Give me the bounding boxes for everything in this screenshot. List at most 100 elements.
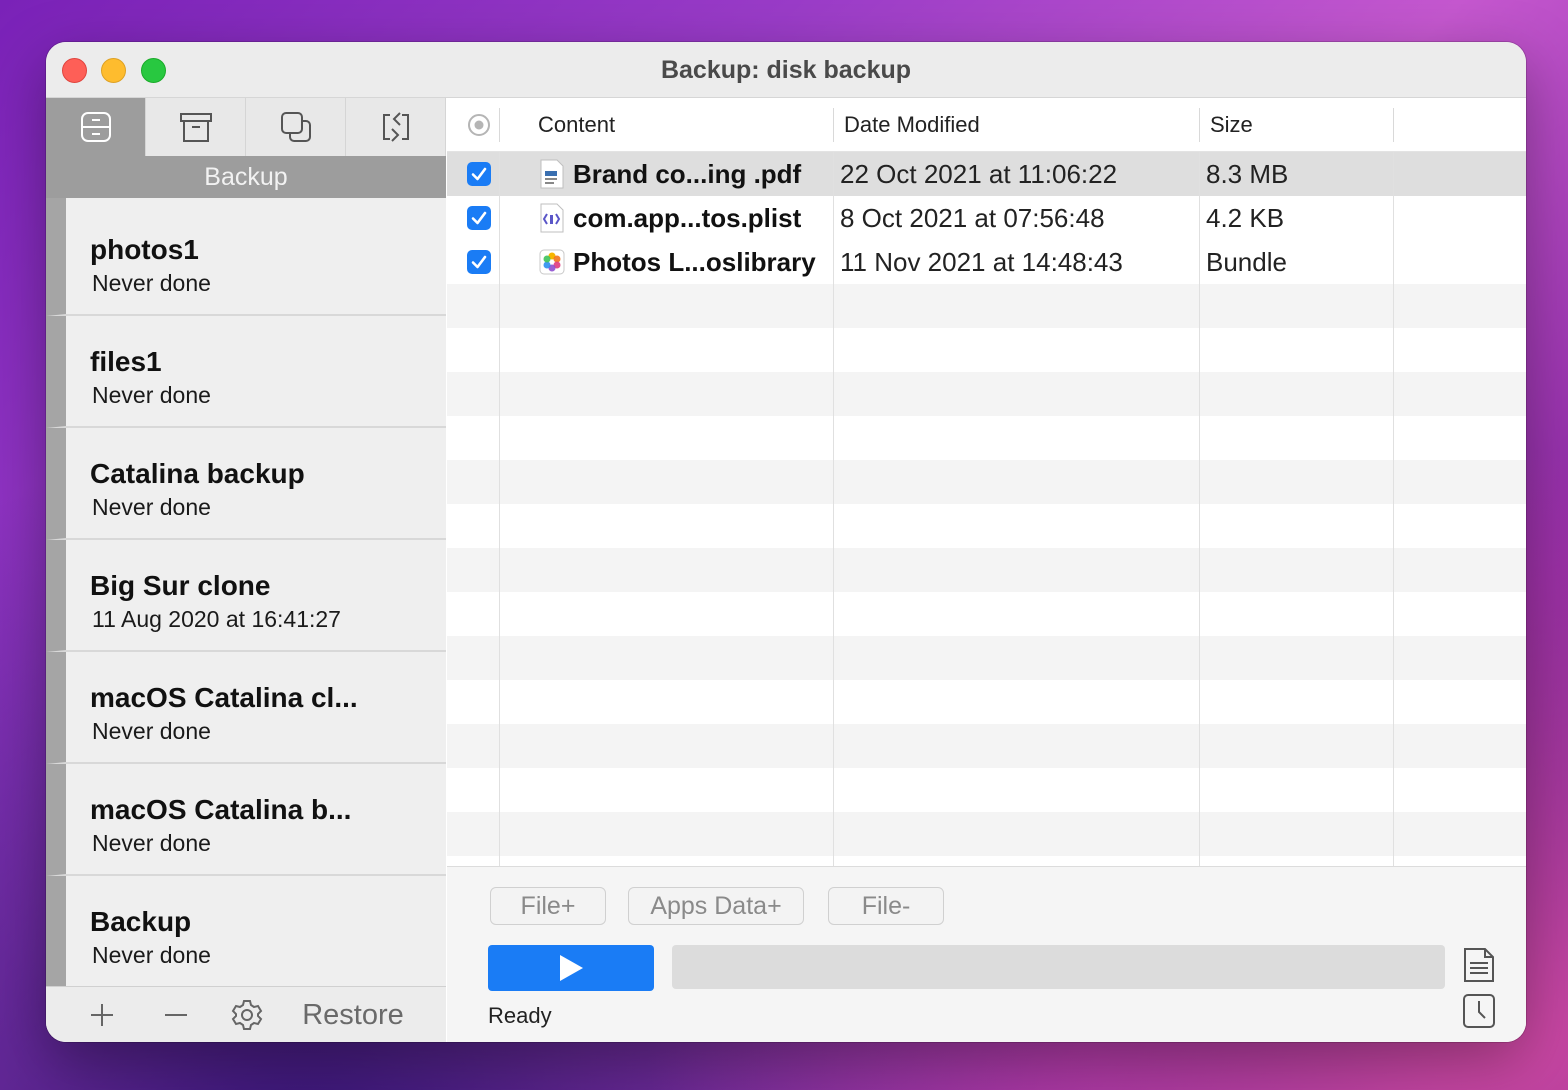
sidebar: Backup photos1 Never done files1 Never d…: [46, 98, 446, 1042]
file-name: Brand co...ing .pdf: [573, 159, 802, 189]
column-gridline: [1199, 152, 1200, 866]
include-checkbox[interactable]: [467, 206, 491, 230]
clone-squares-icon: [280, 112, 311, 142]
table-row[interactable]: Brand co...ing .pdf 22 Oct 2021 at 11:06…: [447, 152, 1526, 196]
plus-icon: [91, 1004, 113, 1026]
file-date: 11 Nov 2021 at 14:48:43: [840, 247, 1123, 277]
photos-library-icon: [539, 249, 565, 275]
tab-archive[interactable]: [146, 98, 246, 156]
file-size: Bundle: [1206, 247, 1287, 277]
column-gridline: [499, 152, 500, 866]
include-checkbox[interactable]: [467, 250, 491, 274]
column-gridline: [1393, 152, 1394, 866]
gear-icon: [231, 1000, 263, 1030]
backup-item-name: Catalina backup: [90, 458, 305, 489]
file-name: Photos L...oslibrary: [573, 247, 816, 277]
backup-progress-bar: [672, 945, 1445, 989]
row-stripe: [447, 548, 1526, 592]
backup-item-catalina-backup[interactable]: Catalina backup Never done: [46, 428, 446, 540]
minus-icon: [165, 1014, 187, 1016]
backup-item-name: Big Sur clone: [90, 570, 271, 601]
table-row[interactable]: com.app...tos.plist 8 Oct 2021 at 07:56:…: [447, 196, 1526, 240]
status-text: Ready: [488, 1003, 552, 1028]
column-separator: [1393, 108, 1394, 142]
backup-item-status: Never done: [92, 382, 211, 408]
window-title: Backup: disk backup: [660, 56, 912, 84]
file-date: 8 Oct 2021 at 07:56:48: [840, 203, 1105, 233]
column-header-content[interactable]: Content: [538, 98, 615, 152]
backup-item-name: photos1: [90, 234, 199, 265]
row-stripe: [447, 284, 1526, 328]
column-header-date[interactable]: Date Modified: [844, 98, 980, 152]
row-stripe: [447, 504, 1526, 548]
row-stripe: [447, 768, 1526, 812]
backup-item-status: Never done: [92, 942, 211, 968]
select-all-column[interactable]: [467, 98, 491, 152]
backup-item-name: macOS Catalina b...: [90, 794, 352, 825]
add-backup-button[interactable]: [82, 987, 122, 1042]
mode-tabs: [46, 98, 446, 156]
backup-item-status: Never done: [92, 718, 211, 744]
plist-file-icon: [540, 203, 564, 233]
file-size: 4.2 KB: [1206, 203, 1285, 233]
backup-item-status: Never done: [92, 270, 211, 296]
backup-item-name: macOS Catalina cl...: [90, 682, 358, 713]
table-row[interactable]: Photos L...oslibrary 11 Nov 2021 at 14:4…: [447, 240, 1526, 284]
settings-button[interactable]: [226, 987, 268, 1042]
tab-clone[interactable]: [246, 98, 346, 156]
backup-item-name: files1: [90, 346, 162, 377]
file-size: 8.3 MB: [1206, 159, 1289, 189]
table-header: Content Date Modified Size: [447, 98, 1526, 152]
file-date: 22 Oct 2021 at 11:06:22: [840, 159, 1118, 189]
remove-backup-button[interactable]: [156, 987, 196, 1042]
column-separator: [833, 108, 834, 142]
include-checkbox[interactable]: [467, 162, 491, 186]
file-name: com.app...tos.plist: [573, 203, 802, 233]
backup-item-photos1[interactable]: photos1 Never done: [46, 204, 446, 316]
row-stripe: [447, 460, 1526, 504]
tab-backup[interactable]: [46, 98, 146, 156]
checkmark-icon: [471, 211, 487, 225]
restore-button[interactable]: Restore: [298, 987, 408, 1042]
row-stripe: [447, 416, 1526, 460]
column-separator: [1199, 108, 1200, 142]
log-document-icon[interactable]: [1462, 947, 1496, 983]
column-gridline: [833, 152, 834, 866]
add-file-button[interactable]: File+: [490, 887, 606, 925]
schedule-clock-icon[interactable]: [1462, 993, 1496, 1029]
backup-item-files1[interactable]: files1 Never done: [46, 316, 446, 428]
add-apps-data-button[interactable]: Apps Data+: [628, 887, 804, 925]
play-icon: [560, 955, 583, 981]
backup-item-macos-catalina-clone[interactable]: macOS Catalina cl... Never done: [46, 652, 446, 764]
pdf-file-icon: [540, 159, 564, 189]
backup-item-big-sur-clone[interactable]: Big Sur clone 11 Aug 2020 at 16:41:27: [46, 540, 446, 652]
backup-item-macos-catalina-backup[interactable]: macOS Catalina b... Never done: [46, 764, 446, 876]
row-stripe: [447, 812, 1526, 856]
backup-item-backup[interactable]: Backup Never done: [46, 876, 446, 986]
backup-item-status: 11 Aug 2020 at 16:41:27: [92, 606, 341, 632]
action-footer: File+ Apps Data+ File- Ready: [447, 866, 1526, 1042]
checkmark-icon: [471, 255, 487, 269]
checkmark-icon: [471, 167, 487, 181]
title-bar: Backup: disk backup: [46, 42, 1526, 98]
sidebar-section-label: Backup: [46, 156, 446, 198]
row-stripe: [447, 724, 1526, 768]
row-stripe: [447, 636, 1526, 680]
archive-box-icon: [179, 113, 212, 142]
row-stripe: [447, 592, 1526, 636]
backup-item-status: Never done: [92, 494, 211, 520]
tab-sync[interactable]: [346, 98, 446, 156]
backup-item-status: Never done: [92, 830, 211, 856]
start-backup-button[interactable]: [488, 945, 654, 991]
radio-dot-icon: [468, 114, 490, 136]
app-window: Backup: disk backup Backup photos1 Never…: [46, 42, 1526, 1042]
backup-item-name: Backup: [90, 906, 192, 937]
row-stripe: [447, 328, 1526, 372]
backup-list: photos1 Never done files1 Never done Cat…: [46, 198, 446, 986]
row-stripe: [447, 372, 1526, 416]
column-header-size[interactable]: Size: [1210, 98, 1253, 152]
remove-file-button[interactable]: File-: [828, 887, 944, 925]
drawer-cabinet-icon: [80, 112, 111, 142]
table-body: Brand co...ing .pdf 22 Oct 2021 at 11:06…: [447, 152, 1526, 866]
sync-arrows-icon: [382, 112, 409, 142]
